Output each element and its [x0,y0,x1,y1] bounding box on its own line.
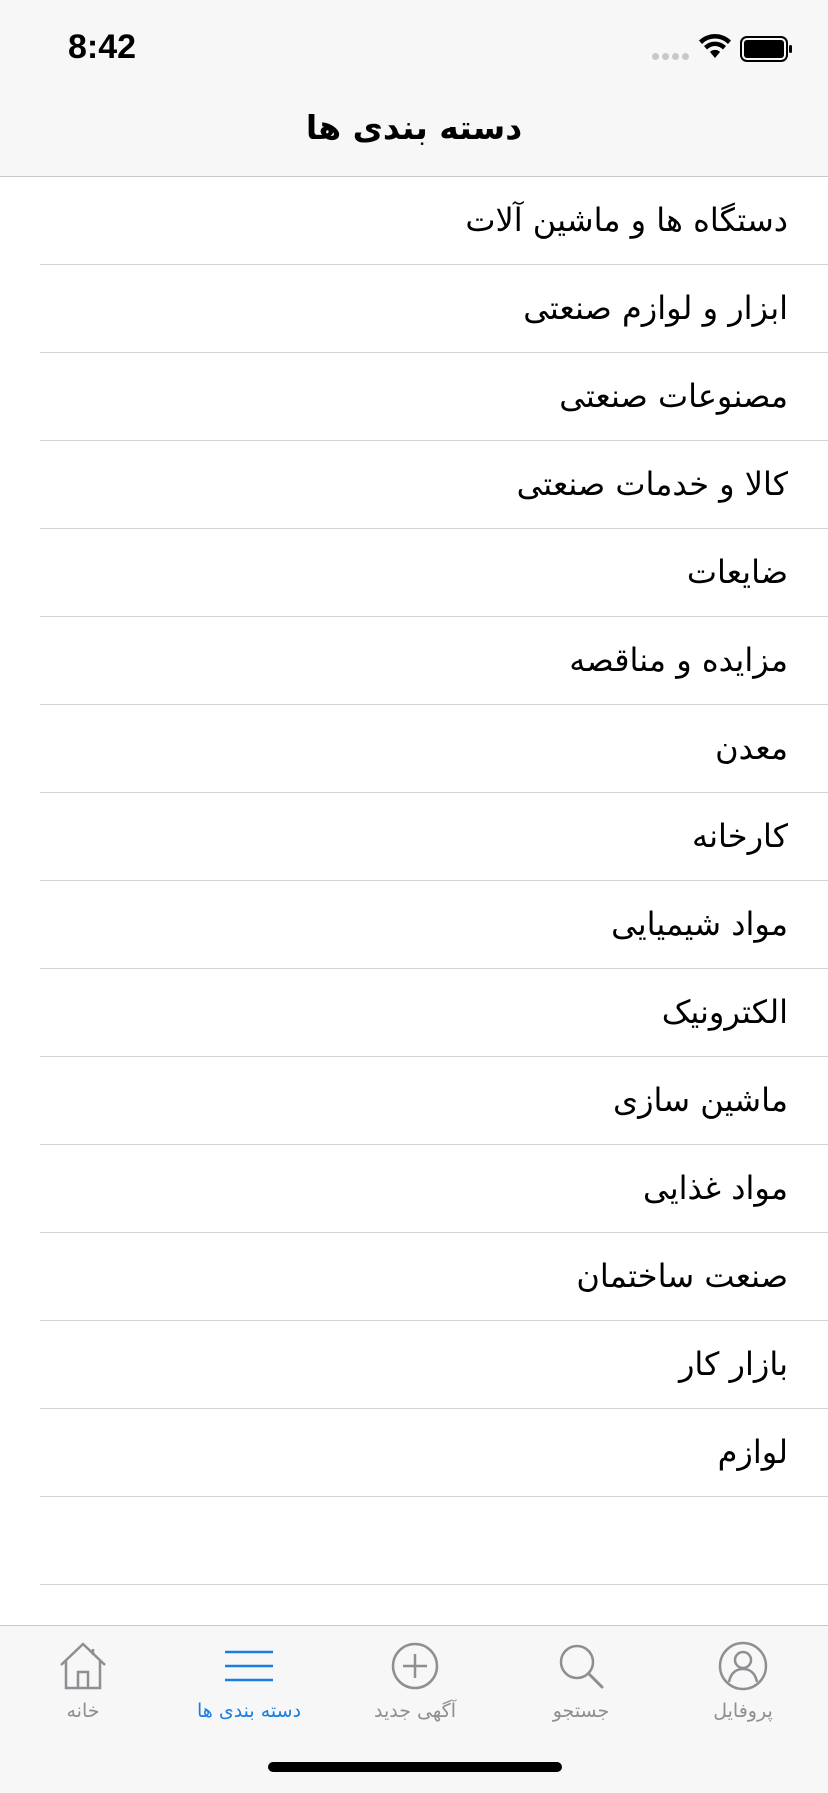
category-item[interactable]: مصنوعات صنعتی [0,353,828,441]
category-item[interactable]: مواد غذایی [0,1145,828,1233]
profile-icon [718,1641,768,1691]
navigation-bar: دسته بندی ها [0,100,828,177]
category-label: کارخانه [691,817,788,855]
tab-profile[interactable]: پروفایل [660,1638,826,1738]
category-item[interactable]: مزایده و مناقصه [0,617,828,705]
tab-label: خانه [66,1700,100,1722]
battery-icon [740,36,792,62]
tab-label: جستجو [552,1700,610,1722]
category-item[interactable]: الکترونیک [0,969,828,1057]
category-label: مواد شیمیایی [611,905,788,943]
category-label: لوازم [717,1433,788,1471]
category-item[interactable]: لوازم [0,1409,828,1497]
wifi-icon [699,34,731,58]
category-item[interactable]: معدن [0,705,828,793]
category-item[interactable]: کارخانه [0,793,828,881]
row-separator [40,1584,828,1585]
status-bar: 8:42 [0,0,828,100]
category-list: دستگاه ها و ماشین آلات ابزار و لوازم صنع… [0,177,828,1585]
category-label: الکترونیک [661,993,788,1031]
category-label: معدن [715,729,788,767]
category-label: کالا و خدمات صنعتی [516,465,788,503]
category-item[interactable]: دستگاه ها و ماشین آلات [0,177,828,265]
search-icon [559,1644,604,1689]
tab-home[interactable]: خانه [0,1638,166,1738]
menu-icon [225,1650,273,1682]
category-item[interactable]: ابزار و لوازم صنعتی [0,265,828,353]
empty-row [0,1497,828,1585]
category-item[interactable]: بازار کار [0,1321,828,1409]
home-icon [60,1642,106,1690]
tab-label: دسته بندی ها [196,1700,302,1722]
category-label: مصنوعات صنعتی [559,377,788,415]
category-item[interactable]: ضایعات [0,529,828,617]
category-item[interactable]: ماشین سازی [0,1057,828,1145]
tab-label: پروفایل [713,1700,773,1722]
category-label: ضایعات [686,553,788,591]
category-item[interactable]: صنعت ساختمان [0,1233,828,1321]
category-label: مزایده و مناقصه [569,641,788,679]
tab-new-ad[interactable]: آگهی جدید [332,1638,498,1738]
category-label: ماشین سازی [613,1081,788,1119]
tab-categories[interactable]: دسته بندی ها [166,1638,332,1738]
status-time: 8:42 [68,28,137,66]
category-item[interactable]: کالا و خدمات صنعتی [0,441,828,529]
category-label: دستگاه ها و ماشین آلات [465,201,788,239]
category-label: صنعت ساختمان [576,1257,788,1295]
tab-search[interactable]: جستجو [498,1638,664,1738]
category-label: بازار کار [678,1345,788,1383]
cellular-signal-icon [652,53,689,60]
page-title: دسته بندی ها [305,108,523,147]
tab-label: آگهی جدید [374,1700,456,1722]
category-label: مواد غذایی [643,1169,788,1207]
plus-circle-icon [391,1642,439,1690]
home-indicator [268,1762,562,1772]
category-item[interactable]: مواد شیمیایی [0,881,828,969]
category-label: ابزار و لوازم صنعتی [523,289,788,327]
